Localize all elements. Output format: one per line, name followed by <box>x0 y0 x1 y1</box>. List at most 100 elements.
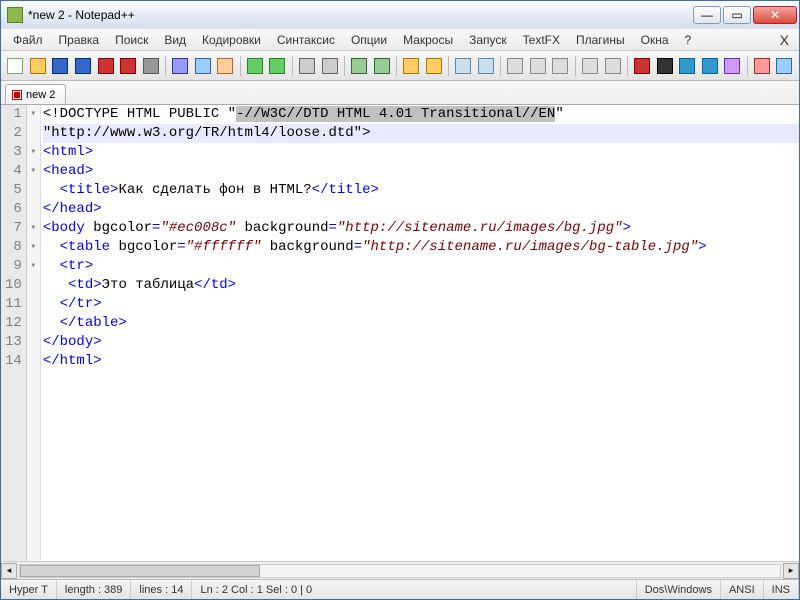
menu-опции[interactable]: Опции <box>343 31 395 49</box>
open-file-button[interactable] <box>28 55 49 77</box>
horizontal-scrollbar[interactable]: ◂ ▸ <box>1 561 799 579</box>
zoom-in-button[interactable] <box>349 55 370 77</box>
sync-h-button[interactable] <box>423 55 444 77</box>
save-all-button[interactable] <box>73 55 94 77</box>
plugin-button[interactable] <box>774 55 795 77</box>
close-button[interactable] <box>95 55 116 77</box>
menu-правка[interactable]: Правка <box>51 31 108 49</box>
new-file-button[interactable] <box>5 55 26 77</box>
close-all-icon <box>120 58 136 74</box>
menu-окна[interactable]: Окна <box>633 31 677 49</box>
menu-синтаксис[interactable]: Синтаксис <box>269 31 343 49</box>
indent-guide-button[interactable] <box>505 55 526 77</box>
fold-button[interactable] <box>528 55 549 77</box>
redo-button[interactable] <box>267 55 288 77</box>
menu-?[interactable]: ? <box>677 31 700 49</box>
code-line[interactable]: "http://www.w3.org/TR/html4/loose.dtd"> <box>43 124 799 143</box>
fold-marker[interactable]: ▾ <box>27 162 40 181</box>
macro-play-icon <box>679 58 695 74</box>
code-line[interactable]: </tr> <box>43 295 799 314</box>
replace-button[interactable] <box>319 55 340 77</box>
code-line[interactable]: <body bgcolor="#ec008c" background="http… <box>43 219 799 238</box>
copy-button[interactable] <box>193 55 214 77</box>
menu-поиск[interactable]: Поиск <box>107 31 156 49</box>
menu-textfx[interactable]: TextFX <box>515 31 568 49</box>
macro-multi-button[interactable] <box>699 55 720 77</box>
maximize-button[interactable]: ▭ <box>723 6 751 24</box>
code-line[interactable]: </table> <box>43 314 799 333</box>
undo-button[interactable] <box>245 55 266 77</box>
scroll-thumb[interactable] <box>20 565 260 577</box>
menu-кодировки[interactable]: Кодировки <box>194 31 269 49</box>
save-button[interactable] <box>50 55 71 77</box>
code-line[interactable]: <html> <box>43 143 799 162</box>
unsaved-indicator-icon <box>12 90 22 100</box>
print-button[interactable] <box>140 55 161 77</box>
code-line[interactable]: <head> <box>43 162 799 181</box>
macro-multi-icon <box>702 58 718 74</box>
status-lines: lines : 14 <box>131 580 192 599</box>
scroll-right-button[interactable]: ▸ <box>783 563 799 579</box>
macro-save-button[interactable] <box>722 55 743 77</box>
code-line[interactable]: </body> <box>43 333 799 352</box>
open-file-icon <box>30 58 46 74</box>
fold-marker[interactable]: ▾ <box>27 257 40 276</box>
fold-marker[interactable]: ▾ <box>27 105 40 124</box>
menu-запуск[interactable]: Запуск <box>461 31 515 49</box>
fold-marker[interactable]: ▾ <box>27 143 40 162</box>
minimize-button[interactable]: — <box>693 6 721 24</box>
cut-icon <box>172 58 188 74</box>
func-list-icon <box>605 58 621 74</box>
unfold-button[interactable] <box>550 55 571 77</box>
abc-button[interactable] <box>752 55 773 77</box>
code-line[interactable]: <td>Это таблица</td> <box>43 276 799 295</box>
fold-marker <box>27 352 40 371</box>
menu-вид[interactable]: Вид <box>156 31 194 49</box>
func-list-button[interactable] <box>602 55 623 77</box>
code-editor[interactable]: 1234567891011121314 ▾▾▾▾▾▾ <!DOCTYPE HTM… <box>1 105 799 561</box>
cut-button[interactable] <box>170 55 191 77</box>
paste-button[interactable] <box>215 55 236 77</box>
fold-marker <box>27 295 40 314</box>
close-document-button[interactable]: X <box>774 32 795 48</box>
zoom-out-icon <box>374 58 390 74</box>
menu-плагины[interactable]: Плагины <box>568 31 633 49</box>
undo-icon <box>247 58 263 74</box>
scroll-track[interactable] <box>19 564 781 578</box>
wordwrap-icon <box>455 58 471 74</box>
sync-v-button[interactable] <box>401 55 422 77</box>
zoom-in-icon <box>351 58 367 74</box>
menubar: ФайлПравкаПоискВидКодировкиСинтаксисОпци… <box>1 29 799 51</box>
fold-gutter[interactable]: ▾▾▾▾▾▾ <box>27 105 41 561</box>
close-all-button[interactable] <box>118 55 139 77</box>
find-button[interactable] <box>297 55 318 77</box>
macro-rec-button[interactable] <box>632 55 653 77</box>
code-line[interactable]: <table bgcolor="#ffffff" background="htt… <box>43 238 799 257</box>
code-line[interactable]: <tr> <box>43 257 799 276</box>
macro-play-button[interactable] <box>677 55 698 77</box>
code-line[interactable]: </html> <box>43 352 799 371</box>
fold-marker[interactable]: ▾ <box>27 238 40 257</box>
print-icon <box>143 58 159 74</box>
toolbar <box>1 51 799 81</box>
fold-marker <box>27 124 40 143</box>
code-content[interactable]: <!DOCTYPE HTML PUBLIC "-//W3C//DTD HTML … <box>41 105 799 561</box>
scroll-left-button[interactable]: ◂ <box>1 563 17 579</box>
plugin-icon <box>776 58 792 74</box>
wordwrap-button[interactable] <box>453 55 474 77</box>
copy-icon <box>195 58 211 74</box>
macro-stop-button[interactable] <box>654 55 675 77</box>
code-line[interactable]: <title>Как сделать фон в HTML?</title> <box>43 181 799 200</box>
menu-файл[interactable]: Файл <box>5 31 51 49</box>
doc-map-button[interactable] <box>580 55 601 77</box>
zoom-out-button[interactable] <box>371 55 392 77</box>
doc-map-icon <box>582 58 598 74</box>
code-line[interactable]: </head> <box>43 200 799 219</box>
close-window-button[interactable]: ✕ <box>753 6 797 24</box>
fold-marker[interactable]: ▾ <box>27 219 40 238</box>
show-all-button[interactable] <box>476 55 497 77</box>
menu-макросы[interactable]: Макросы <box>395 31 461 49</box>
titlebar[interactable]: *new 2 - Notepad++ — ▭ ✕ <box>1 1 799 29</box>
code-line[interactable]: <!DOCTYPE HTML PUBLIC "-//W3C//DTD HTML … <box>43 105 799 124</box>
tab-new-2[interactable]: new 2 <box>5 84 66 104</box>
